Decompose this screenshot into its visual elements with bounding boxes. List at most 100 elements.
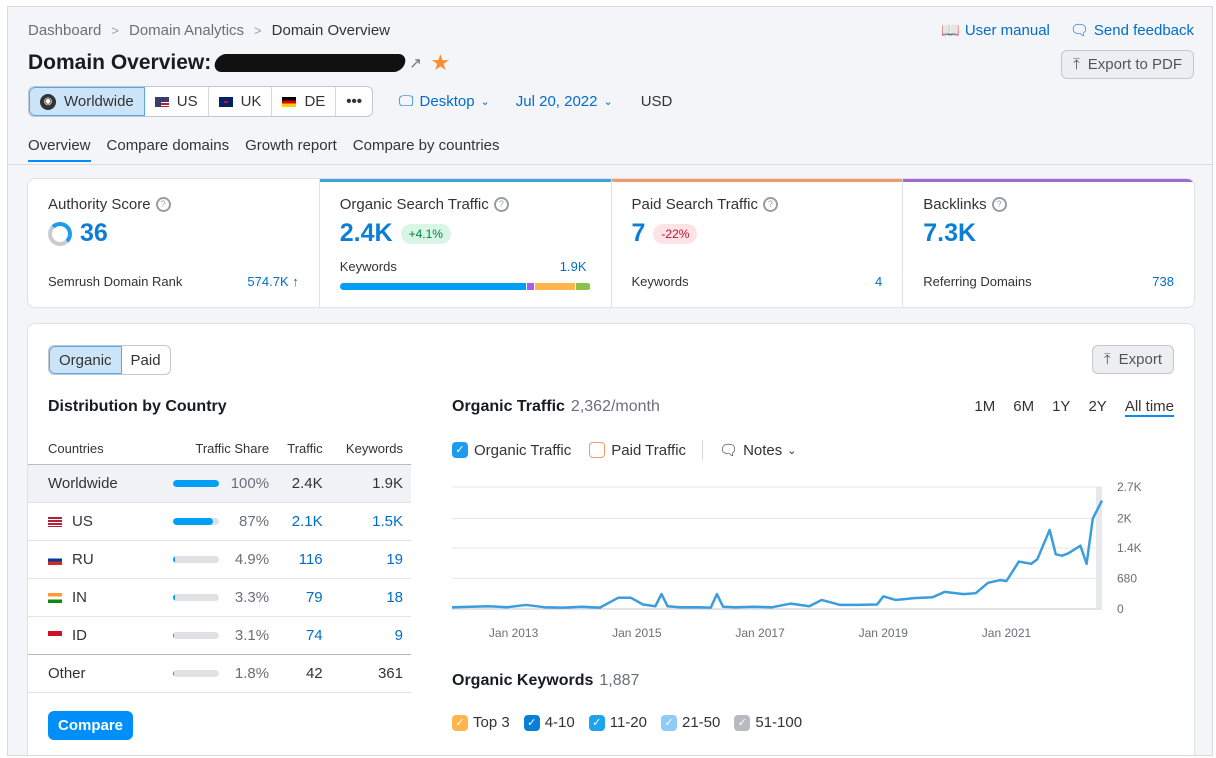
keyword-position-filter[interactable]: ✓ 21-50: [661, 714, 720, 731]
uk-flag-icon: [218, 96, 233, 107]
tab-growth-report[interactable]: Growth report: [245, 137, 337, 162]
breadcrumb-domain-analytics[interactable]: Domain Analytics: [129, 22, 244, 39]
external-link-icon[interactable]: ↗: [409, 54, 422, 72]
range-2y[interactable]: 2Y: [1088, 398, 1106, 417]
share-bar: [173, 631, 220, 639]
authority-ring-icon: [48, 221, 72, 246]
x-tick-label: Jan 2017: [735, 626, 785, 640]
keywords-value[interactable]: 4: [875, 274, 882, 289]
keywords-cell[interactable]: 1.5K: [330, 501, 411, 540]
card-label: Authority Score: [48, 196, 151, 213]
tab-overview[interactable]: Overview: [28, 137, 91, 162]
range-1m[interactable]: 1M: [974, 398, 995, 417]
breadcrumb-current: Domain Overview: [271, 22, 391, 39]
country-name: RU: [72, 550, 94, 568]
range-all-time[interactable]: All time: [1124, 398, 1174, 417]
table-row[interactable]: Other 1.8% 42 361: [28, 653, 411, 693]
domain-rank-value[interactable]: 574.7K ↑: [247, 274, 298, 289]
keywords-label: Keywords: [631, 274, 689, 289]
send-feedback-label: Send feedback: [1093, 22, 1194, 39]
col-traffic-share: Traffic Share: [195, 441, 270, 457]
change-badge: -22%: [653, 223, 698, 244]
keyword-position-filter[interactable]: ✓ 4-10: [523, 714, 575, 731]
legend-label: 4-10: [544, 714, 575, 731]
date-dropdown[interactable]: Jul 20, 2022 ⌄: [516, 93, 613, 110]
notes-dropdown[interactable]: 🗨 Notes ⌄: [719, 441, 796, 460]
export-pdf-button[interactable]: ⤒ Export to PDF: [1061, 50, 1194, 79]
organic-paid-toggle: Organic Paid: [48, 345, 171, 375]
star-icon[interactable]: ★: [432, 52, 449, 75]
section-title: Organic Keywords: [452, 672, 594, 689]
paid-traffic-checkbox[interactable]: [589, 442, 606, 458]
keyword-position-filter[interactable]: ✓ Top 3: [452, 714, 510, 731]
traffic-cell: 42: [277, 653, 331, 693]
organic-traffic-line[interactable]: [452, 499, 1104, 609]
range-6m[interactable]: 6M: [1013, 398, 1034, 417]
table-row[interactable]: Worldwide 100% 2.4K 1.9K: [28, 463, 411, 502]
compare-button[interactable]: Compare: [48, 711, 134, 740]
keywords-value[interactable]: 1.9K: [560, 259, 587, 274]
tab-compare-domains[interactable]: Compare domains: [107, 137, 230, 162]
country-name: Worldwide: [48, 474, 118, 492]
breadcrumb: Dashboard > Domain Analytics > Domain Ov…: [28, 22, 390, 39]
region-us[interactable]: US: [145, 87, 209, 116]
breadcrumb-dashboard[interactable]: Dashboard: [28, 22, 101, 39]
backlinks-value: 7.3K: [923, 219, 977, 247]
traffic-cell[interactable]: 116: [277, 539, 331, 578]
paid-traffic-card[interactable]: Paid Search Traffic? 7 -22% Keywords 4: [611, 179, 904, 307]
region-uk[interactable]: UK: [209, 87, 273, 116]
table-row[interactable]: IN 3.3% 79 18: [28, 577, 411, 616]
tab-compare-by-countries[interactable]: Compare by countries: [353, 137, 500, 162]
info-icon[interactable]: ?: [493, 197, 509, 212]
info-icon[interactable]: ?: [991, 197, 1007, 212]
checkbox-icon: ✓: [452, 714, 468, 731]
device-dropdown[interactable]: 🖵 Desktop ⌄: [399, 93, 490, 110]
country-cell: RU: [28, 539, 149, 578]
page-title-text: Domain Overview:: [28, 51, 212, 74]
more-regions-button[interactable]: •••: [336, 87, 372, 116]
currency-label: USD: [640, 93, 673, 110]
traffic-cell[interactable]: 79: [277, 577, 331, 616]
share-cell: 3.3%: [148, 577, 278, 616]
keywords-cell[interactable]: 19: [330, 539, 411, 578]
keywords-bar-segment: [534, 283, 575, 290]
traffic-cell[interactable]: 2.1K: [277, 501, 331, 540]
organic-traffic-checkbox[interactable]: ✓: [452, 442, 468, 458]
keyword-position-filter[interactable]: ✓ 51-100: [734, 714, 802, 731]
table-row[interactable]: RU 4.9% 116 19: [28, 539, 411, 578]
share-cell: 87%: [148, 501, 278, 540]
checkbox-icon: ✓: [588, 714, 605, 731]
traffic-cell[interactable]: 74: [277, 615, 331, 654]
chevron-down-icon: ⌄: [480, 96, 490, 108]
region-de[interactable]: DE: [272, 87, 337, 116]
referring-domains-value[interactable]: 738: [1152, 274, 1174, 289]
share-value: 4.9%: [234, 550, 270, 568]
country-cell: US: [28, 501, 149, 540]
info-icon[interactable]: ?: [155, 197, 171, 212]
backlinks-card[interactable]: Backlinks? 7.3K Referring Domains 738: [903, 179, 1194, 307]
comment-icon: 🗨: [1069, 22, 1089, 39]
table-row[interactable]: ID 3.1% 74 9: [28, 615, 411, 654]
card-accent-bar: [319, 179, 611, 182]
range-1y[interactable]: 1Y: [1052, 398, 1070, 417]
keywords-cell[interactable]: 9: [330, 615, 411, 654]
send-feedback-link[interactable]: 🗨 Send feedback: [1070, 21, 1194, 39]
share-bar: [173, 555, 220, 563]
info-icon[interactable]: ?: [762, 197, 778, 212]
share-cell: 100%: [148, 463, 278, 502]
export-button[interactable]: ⤒ Export: [1092, 345, 1174, 374]
chevron-right-icon: >: [111, 23, 119, 38]
country-cell: ID: [28, 615, 149, 654]
toggle-organic[interactable]: Organic: [49, 346, 122, 374]
device-label: Desktop: [419, 93, 475, 110]
distribution-table: Countries Traffic Share Traffic Keywords…: [28, 434, 411, 693]
table-row[interactable]: US 87% 2.1K 1.5K: [28, 501, 411, 540]
region-worldwide[interactable]: ◉ Worldwide: [29, 87, 145, 116]
keywords-cell[interactable]: 18: [330, 577, 411, 616]
toggle-paid[interactable]: Paid: [122, 346, 170, 374]
keyword-position-filter[interactable]: ✓ 11-20: [588, 714, 647, 731]
comment-icon: 🗨: [719, 442, 739, 459]
user-manual-link[interactable]: 📖 User manual: [941, 21, 1050, 39]
authority-score-card[interactable]: Authority Score? 36 Semrush Domain Rank 5…: [28, 179, 320, 307]
organic-traffic-card[interactable]: Organic Search Traffic? 2.4K +4.1% Keywor…: [319, 179, 612, 307]
